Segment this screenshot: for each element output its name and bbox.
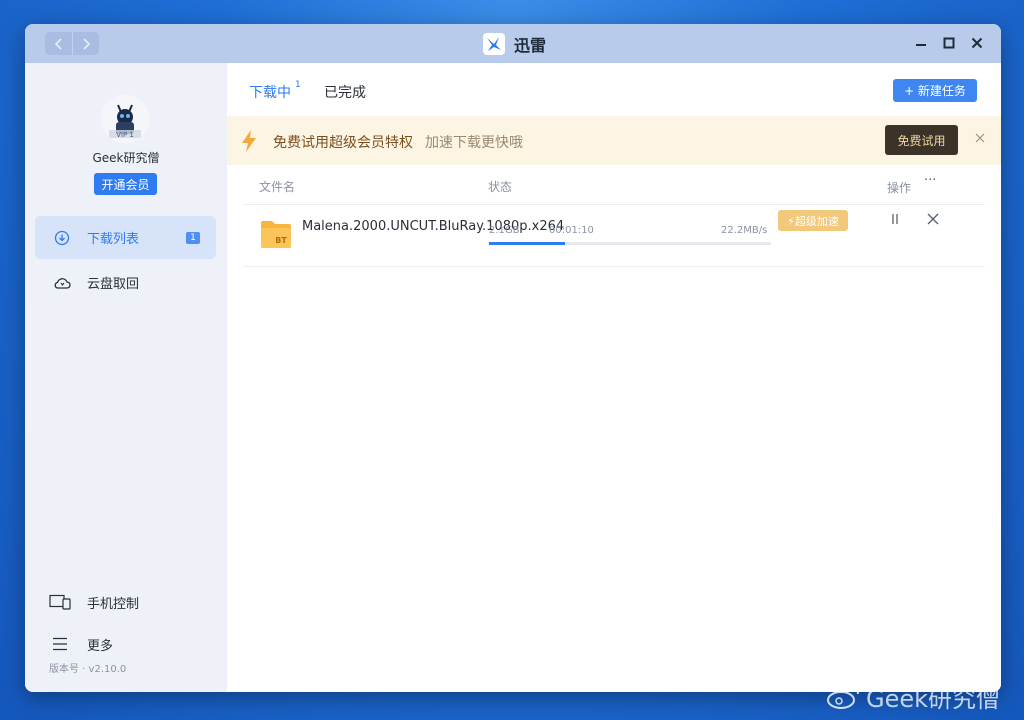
cloud-icon	[53, 274, 71, 292]
promo-title: 免费试用超级会员特权	[273, 135, 413, 151]
tab-downloading[interactable]: 下载中 1	[249, 80, 301, 102]
super-boost-button[interactable]: ⚡超级加速	[778, 210, 848, 231]
tab-count: 1	[295, 80, 301, 91]
maximize-icon[interactable]	[940, 34, 958, 52]
header-divider	[243, 204, 985, 205]
file-size: 2.1GB	[489, 225, 520, 236]
pause-icon[interactable]	[887, 211, 903, 227]
column-header-actions: 操作	[887, 181, 912, 195]
download-count-badge: 1	[186, 232, 200, 244]
devices-icon	[49, 593, 71, 611]
delete-task-icon[interactable]	[925, 211, 941, 227]
sidebar-item-cloud-retrieve[interactable]: 云盘取回	[35, 261, 216, 304]
sidebar-item-phone-control[interactable]: 手机控制	[49, 591, 139, 613]
sidebar-item-label: 云盘取回	[87, 277, 140, 292]
open-vip-button[interactable]: 开通会员	[94, 173, 157, 195]
watermark: Geek研究僧	[826, 676, 1000, 716]
menu-icon	[49, 635, 71, 653]
close-icon[interactable]	[975, 131, 985, 147]
file-type-label: BT	[275, 236, 287, 245]
close-icon[interactable]	[968, 34, 986, 52]
free-trial-button[interactable]: 免费试用	[885, 125, 958, 155]
progress-fill	[489, 242, 566, 245]
sidebar-item-label: 更多	[87, 638, 114, 654]
chevron-left-icon[interactable]	[45, 32, 72, 55]
tab-completed[interactable]: 已完成	[324, 82, 366, 102]
watermark-text: Geek研究僧	[866, 684, 1001, 713]
title-bar: 迅雷	[25, 24, 1001, 63]
column-header-status: 状态	[488, 180, 513, 194]
app-window: 迅雷 VIP 1 Geek研究僧 开通会员 下载列表 1 云盘取回 手机控制 更…	[25, 24, 1001, 692]
username: Geek研究僧	[92, 151, 160, 165]
thunder-logo-icon	[483, 33, 505, 55]
promo-subtitle: 加速下载更快哦	[425, 135, 523, 151]
history-nav	[45, 32, 99, 55]
progress-bar	[489, 242, 771, 245]
file-name: Malena.2000.UNCUT.BluRay.1080p.x264	[302, 219, 565, 234]
chevron-right-icon[interactable]	[72, 32, 99, 55]
download-icon	[53, 229, 71, 247]
version-label: 版本号 · v2.10.0	[49, 664, 127, 675]
promo-banner: 免费试用超级会员特权 加速下载更快哦 免费试用	[227, 116, 1001, 165]
tab-label: 已完成	[324, 85, 366, 101]
avatar[interactable]: VIP 1	[101, 95, 149, 143]
lightning-icon	[242, 130, 256, 152]
window-title: 迅雷	[514, 36, 547, 55]
download-speed: 22.2MB/s	[721, 225, 768, 236]
sidebar-item-label: 下载列表	[87, 232, 140, 247]
row-divider	[243, 266, 985, 267]
weibo-icon	[827, 685, 859, 709]
bt-file-icon: BT	[261, 221, 291, 248]
sidebar-item-downloads[interactable]: 下载列表 1	[35, 216, 216, 259]
avatar-badge: VIP 1	[116, 131, 134, 139]
window-title-group: 迅雷	[483, 32, 546, 56]
new-task-button[interactable]: + 新建任务	[893, 79, 977, 102]
main-panel: 下载中 1 已完成 + 新建任务 免费试用超级会员特权 加速下载更快哦 免费试用 …	[227, 63, 1001, 692]
more-options-button[interactable]: ···	[924, 173, 936, 188]
tab-label: 下载中	[249, 85, 291, 101]
column-header-name: 文件名	[259, 180, 296, 194]
sidebar: VIP 1 Geek研究僧 开通会员 下载列表 1 云盘取回 手机控制 更多 版…	[25, 63, 227, 692]
elapsed-time: 00:01:10	[549, 225, 594, 236]
minimize-icon[interactable]	[912, 34, 930, 52]
sidebar-item-label: 手机控制	[87, 596, 140, 612]
sidebar-item-more[interactable]: 更多	[49, 633, 113, 655]
